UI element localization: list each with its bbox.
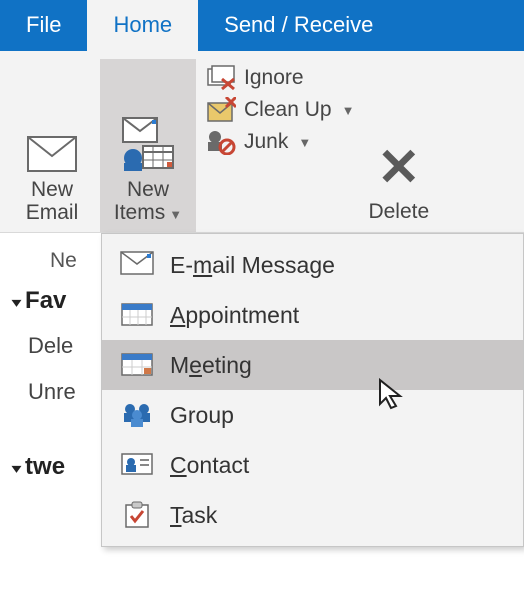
- ribbon: NewEmail NewItems▼ Ignore: [0, 51, 524, 233]
- chevron-down-icon: ▼: [169, 207, 182, 222]
- new-email-button[interactable]: NewEmail: [4, 59, 100, 232]
- cleanup-button[interactable]: Clean Up ▼: [206, 97, 354, 123]
- envelope-icon: [27, 136, 77, 172]
- email-icon: [120, 251, 154, 279]
- ribbon-ignore-group: Ignore Clean Up ▼ Junk ▼: [196, 59, 358, 232]
- new-email-label-2: Email: [26, 201, 79, 224]
- ignore-label: Ignore: [244, 66, 304, 90]
- new-items-icon: [119, 116, 177, 172]
- cleanup-icon: [206, 97, 236, 123]
- meeting-icon: [120, 351, 154, 379]
- ribbon-tabs: File Home Send / Receive: [0, 0, 524, 51]
- junk-label: Junk: [244, 130, 288, 154]
- tab-home[interactable]: Home: [87, 0, 198, 51]
- delete-label: Delete: [368, 200, 429, 224]
- tab-send-receive[interactable]: Send / Receive: [198, 0, 399, 51]
- menu-email-message[interactable]: E-mail Message: [102, 240, 523, 290]
- menu-appointment[interactable]: Appointment: [102, 290, 523, 340]
- delete-button[interactable]: ✕ Delete: [358, 59, 433, 232]
- group-icon: [120, 401, 154, 429]
- ignore-button[interactable]: Ignore: [206, 65, 354, 91]
- delete-x-icon: ✕: [377, 150, 421, 186]
- calendar-icon: [120, 301, 154, 329]
- new-items-label-2: Items: [114, 201, 165, 224]
- chevron-down-icon: ▼: [298, 135, 311, 150]
- new-items-menu: E-mail Message Appointment Meeting Group…: [101, 233, 524, 547]
- menu-group[interactable]: Group: [102, 390, 523, 440]
- new-items-button[interactable]: NewItems ▼: [100, 59, 196, 232]
- cleanup-label: Clean Up: [244, 98, 332, 122]
- menu-meeting[interactable]: Meeting: [102, 340, 523, 390]
- new-items-label-1: New: [127, 178, 169, 201]
- contact-icon: [120, 451, 154, 479]
- new-email-label-1: New: [31, 178, 73, 201]
- ignore-icon: [206, 65, 236, 91]
- chevron-down-icon: ▼: [342, 103, 355, 118]
- menu-contact[interactable]: Contact: [102, 440, 523, 490]
- cursor-icon: [378, 378, 406, 412]
- task-icon: [120, 501, 154, 529]
- junk-icon: [206, 129, 236, 155]
- menu-task[interactable]: Task: [102, 490, 523, 540]
- junk-button[interactable]: Junk ▼: [206, 129, 354, 155]
- tab-file[interactable]: File: [0, 0, 87, 51]
